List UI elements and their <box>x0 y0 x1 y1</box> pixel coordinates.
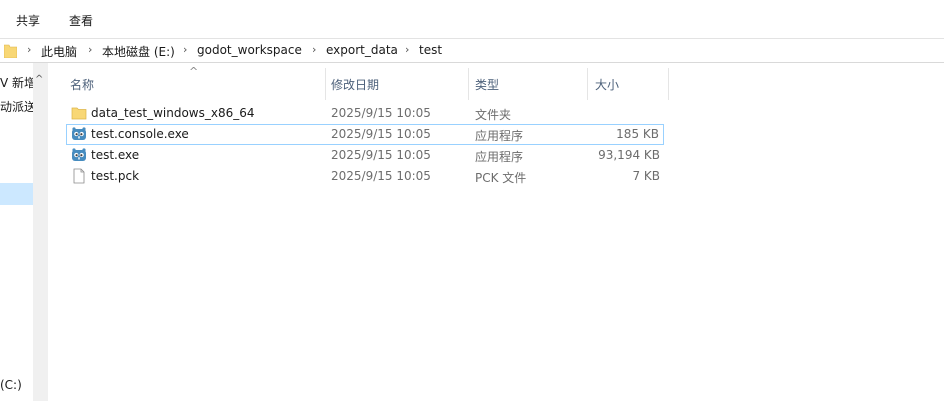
breadcrumb-test[interactable]: test <box>419 43 442 57</box>
column-header-name-label: 名称 <box>70 78 95 92</box>
column-header-type-label: 类型 <box>475 78 500 92</box>
column-header-type[interactable]: 类型 <box>469 63 587 100</box>
nav-item-dispatch[interactable]: 动派送 <box>0 98 36 115</box>
file-row-console-exe[interactable]: test.console.exe 2025/9/15 10:05 应用程序 18… <box>66 124 664 145</box>
column-header-size[interactable]: 大小 <box>588 63 668 100</box>
file-size: 93,194 KB <box>598 148 660 162</box>
navigation-pane: V 新增 动派送 (C:) ^ <box>0 63 48 401</box>
file-name: test.pck <box>91 169 140 183</box>
file-type: 文件夹 <box>475 108 512 122</box>
chevron-right-icon[interactable]: › <box>405 43 409 56</box>
tab-view[interactable]: 查看 <box>69 12 93 29</box>
breadcrumb-local-disk[interactable]: 本地磁盘 (E:) <box>102 43 175 60</box>
nav-selected-item[interactable] <box>0 183 33 205</box>
chevron-right-icon[interactable]: › <box>88 43 92 56</box>
ribbon: 共享 查看 <box>0 0 944 38</box>
file-type: 应用程序 <box>475 150 524 164</box>
column-header-date[interactable]: 修改日期 <box>326 63 468 100</box>
file-row-folder[interactable]: data_test_windows_x86_64 2025/9/15 10:05… <box>66 103 664 124</box>
column-header-size-label: 大小 <box>595 78 620 92</box>
file-name: test.exe <box>91 148 140 162</box>
breadcrumb-this-pc[interactable]: 此电脑 <box>41 43 77 60</box>
godot-app-icon <box>72 148 86 161</box>
column-divider[interactable] <box>668 68 669 100</box>
file-size: 7 KB <box>632 169 660 183</box>
file-name: data_test_windows_x86_64 <box>91 106 255 120</box>
column-header-date-label: 修改日期 <box>331 78 380 92</box>
file-type: 应用程序 <box>475 129 524 143</box>
column-header-name[interactable]: 名称 <box>63 63 325 100</box>
godot-app-icon <box>72 127 86 140</box>
breadcrumb-godot-workspace[interactable]: godot_workspace <box>197 43 302 57</box>
file-icon <box>73 168 85 184</box>
file-type: PCK 文件 <box>475 171 527 185</box>
scroll-up-icon[interactable]: ^ <box>35 74 43 85</box>
file-date: 2025/9/15 10:05 <box>331 106 431 120</box>
chevron-right-icon[interactable]: › <box>27 43 31 56</box>
address-bar[interactable]: › 此电脑 › 本地磁盘 (E:) › godot_workspace › ex… <box>0 39 944 63</box>
chevron-right-icon[interactable]: › <box>312 43 316 56</box>
file-date: 2025/9/15 10:05 <box>331 127 431 141</box>
chevron-right-icon[interactable]: › <box>183 43 187 56</box>
nav-item-new[interactable]: V 新增 <box>0 74 36 91</box>
file-row-exe[interactable]: test.exe 2025/9/15 10:05 应用程序 93,194 KB <box>66 145 664 166</box>
nav-scrollbar[interactable] <box>33 63 47 401</box>
file-name: test.console.exe <box>91 127 189 141</box>
file-size: 185 KB <box>616 127 659 141</box>
file-row-pck[interactable]: test.pck 2025/9/15 10:05 PCK 文件 7 KB <box>66 166 664 187</box>
file-date: 2025/9/15 10:05 <box>331 169 431 183</box>
file-date: 2025/9/15 10:05 <box>331 148 431 162</box>
file-list: ^ 名称 修改日期 类型 大小 data_test_windows_x86_64… <box>49 63 944 401</box>
folder-icon <box>4 44 17 58</box>
folder-icon <box>71 107 87 120</box>
tab-share[interactable]: 共享 <box>16 12 40 29</box>
breadcrumb-export-data[interactable]: export_data <box>326 43 398 57</box>
nav-item-drive-c[interactable]: (C:) <box>0 378 22 392</box>
